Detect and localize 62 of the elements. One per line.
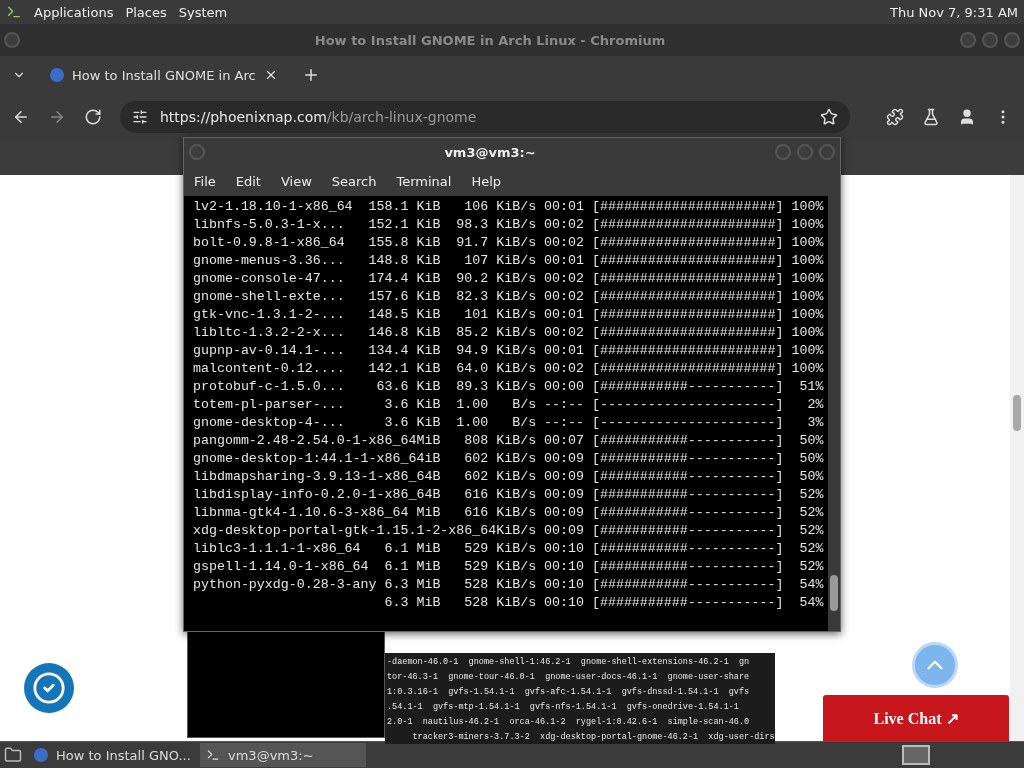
logo-badge[interactable] xyxy=(24,663,74,713)
terminal-line: gnome-shell-exte... 157.6 KiB 82.3 KiB/s 00:02 [######################] 100% xyxy=(193,288,825,306)
url-text: https://phoenixnap.com/kb/arch-linux-gnome xyxy=(160,109,477,125)
scrollbar[interactable] xyxy=(1010,175,1024,741)
profile-icon[interactable] xyxy=(958,108,976,126)
menu-item[interactable]: Terminal xyxy=(396,173,452,189)
code-line: 2.0-1 nautilus-46.2-1 orca-46.1-2 rygel-1:0.42.6-1 simple-scan-46.0 xyxy=(386,716,751,729)
code-line: tor-46.3-1 gnome-tour-46.0-1 gnome-user-docs-46.1-1 gnome-user-share xyxy=(386,671,751,684)
terminal-line: malcontent-0.12.... 142.1 KiB 64.0 KiB/s 00:02 [######################] 100% xyxy=(193,360,825,378)
terminal-icon xyxy=(206,748,220,762)
address-bar[interactable]: https://phoenixnap.com/kb/arch-linux-gnome xyxy=(120,101,850,133)
show-desktop-icon[interactable] xyxy=(4,746,22,764)
live-chat-button[interactable]: Live Chat ↗ xyxy=(823,695,1009,742)
terminal-line: libnma-gtk4-1.10.6-3-x86_64 MiB 616 KiB/s 00:09 [###########-----------] 52% xyxy=(193,504,825,522)
terminal-line: xdg-desktop-portal-gtk-1.15.1-2-x86_64KiB/s 00:09 [###########-----------] 52% xyxy=(193,522,825,540)
terminal-line: protobuf-c-1.5.0... 63.6 KiB 89.3 KiB/s 00:00 [###########-----------] 51% xyxy=(193,378,825,396)
terminal-line: totem-pl-parser-... 3.6 KiB 1.00 B/s --:-- [----------------------] 2% xyxy=(193,396,825,414)
panel-menu[interactable]: Places xyxy=(125,4,167,20)
terminal-line: bolt-0.9.8-1-x86_64 155.8 KiB 91.7 KiB/s 00:02 [######################] 100% xyxy=(193,234,825,252)
extensions-icon[interactable] xyxy=(886,108,904,126)
terminal-line: lv2-1.18.10-1-x86_64 158.1 KiB 106 KiB/s 00:01 [######################] 100% xyxy=(193,198,825,216)
terminal-line: gnome-desktop-4-... 3.6 KiB 1.00 B/s --:-- [----------------------] 3% xyxy=(193,414,825,432)
panel-menu[interactable]: Applications xyxy=(34,4,114,20)
window-title: How to Install GNOME in Arch Linux - Chromium xyxy=(313,32,667,48)
terminal-line: gnome-console-47... 174.4 KiB 90.2 KiB/s 00:02 [######################] 100% xyxy=(193,270,825,288)
clock: Thu Nov 7, 9:31 AM xyxy=(889,4,1018,20)
reload-icon[interactable] xyxy=(84,108,102,126)
scrollbar[interactable] xyxy=(828,196,840,631)
code-line: -daemon-46.0-1 gnome-shell-1:46.2-1 gnome-shell-extensions-46.2-1 gn xyxy=(386,656,751,669)
taskbar-item[interactable]: vm3@vm3:~ xyxy=(200,743,366,767)
check-icon xyxy=(32,671,66,705)
bookmark-star-icon[interactable] xyxy=(820,108,838,126)
taskbar-item[interactable]: How to Install GNO... xyxy=(28,743,194,767)
menu-item[interactable]: File xyxy=(194,173,216,189)
terminal-line: gspell-1.14.0-1-x86_64 6.1 MiB 529 KiB/s 00:10 [###########-----------] 52% xyxy=(193,558,825,576)
terminal-line: libdisplay-info-0.2.0-1-x86_64B 616 KiB/s 00:09 [###########-----------] 52% xyxy=(193,486,825,504)
terminal-line: pangomm-2.48-2.54.0-1-x86_64MiB 808 KiB/s 00:07 [###########-----------] 50% xyxy=(193,432,825,450)
terminal-line: 6.3 MiB 528 KiB/s 00:10 [###########-----------] 54% xyxy=(383,594,825,612)
code-line: 1:0.3.16-1 gvfs-1.54.1-1 gvfs-afc-1.54.1-1 gvfs-dnssd-1.54.1-1 gvfs xyxy=(386,686,751,699)
app-menu-icon[interactable] xyxy=(6,4,22,20)
terminal-line: python-pyxdg-0.28-3-any 6.3 MiB 528 KiB/s 00:10 [###########-----------] 54% xyxy=(193,576,825,594)
menu-item[interactable]: Search xyxy=(331,173,377,189)
terminal-line: gnome-desktop-1:44.1-1-x86_64iB 602 KiB/s 00:09 [###########-----------] 50% xyxy=(193,450,825,468)
code-line: .54.1-1 gvfs-mtp-1.54.1-1 gvfs-nfs-1.54.1-1 gvfs-onedrive-1.54.1-1 xyxy=(386,701,740,714)
terminal-line: gnome-menus-3.36... 148.8 KiB 107 KiB/s 00:01 [######################] 100% xyxy=(193,252,825,270)
window-title: vm3@vm3:~ xyxy=(443,144,537,160)
forward-icon[interactable] xyxy=(48,108,66,126)
menu-item[interactable]: View xyxy=(280,173,312,189)
flask-icon[interactable] xyxy=(922,108,940,126)
terminal-line: libnfs-5.0.3-1-x... 152.1 KiB 98.3 KiB/s 00:02 [######################] 100% xyxy=(193,216,825,234)
terminal-line: gtk-vnc-1.3.1-2-... 148.5 KiB 101 KiB/s 00:01 [######################] 100% xyxy=(193,306,825,324)
terminal-line: libltc-1.3.2-2-x... 146.8 KiB 85.2 KiB/s 00:02 [######################] 100% xyxy=(193,324,825,342)
menu-item[interactable]: Help xyxy=(471,173,502,189)
terminal-line: liblc3-1.1.1-1-x86_64 6.1 MiB 529 KiB/s 00:10 [###########-----------] 52% xyxy=(193,540,825,558)
menu-item[interactable]: Edit xyxy=(235,173,261,189)
terminal-line: gupnp-av-0.14.1-... 134.4 KiB 94.9 KiB/s 00:01 [######################] 100% xyxy=(193,342,825,360)
workspace-switcher[interactable] xyxy=(902,745,930,765)
site-settings-icon[interactable] xyxy=(132,109,148,125)
panel-menu[interactable]: System xyxy=(178,4,228,20)
terminal-line: libdmapsharing-3.9.13-1-x86_64B 602 KiB/s 00:09 [###########-----------] 50% xyxy=(193,468,825,486)
back-icon[interactable] xyxy=(12,108,30,126)
code-line: tracker3-miners-3.7.3-2 xdg-desktop-portal-gnome-46.2-1 xdg-user-dirs xyxy=(411,731,775,744)
